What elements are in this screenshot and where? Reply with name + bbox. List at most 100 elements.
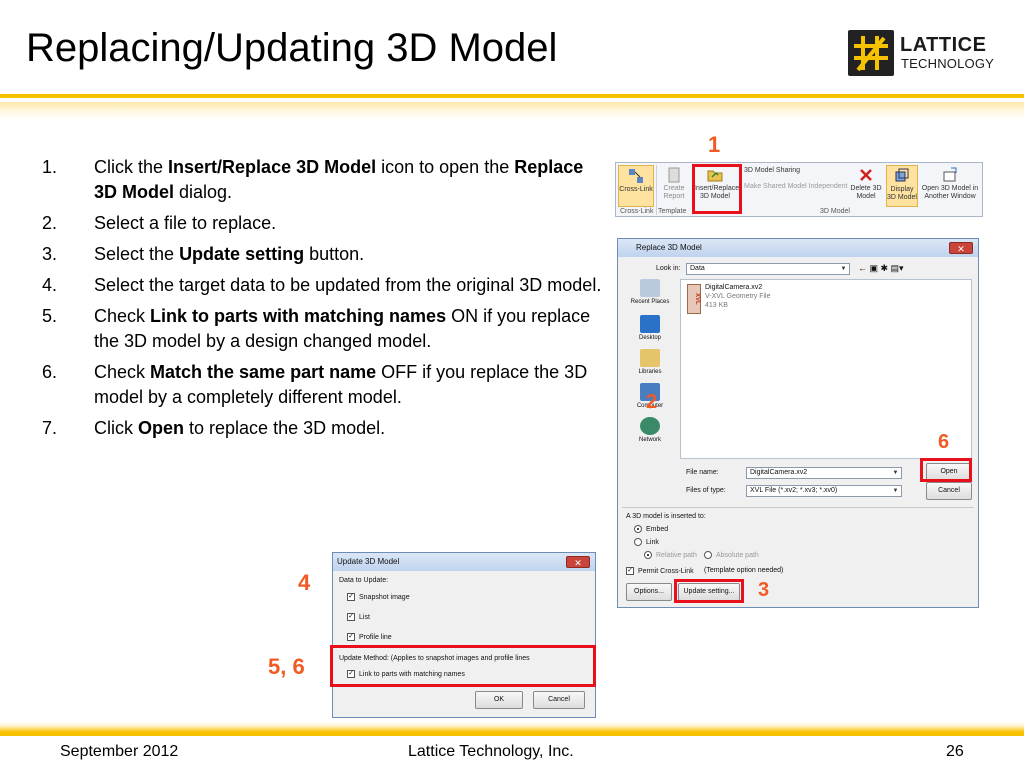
step-number: 7. <box>42 418 58 438</box>
step-number: 2. <box>42 213 58 233</box>
replace-3d-model-dialog: Replace 3D Model ✕ Look in: Data ▼ ← ▣ ✱… <box>617 238 979 608</box>
snapshot-checkbox[interactable]: ✓ Snapshot image <box>347 593 410 601</box>
ribbon-toolbar: Cross-Link Create Report Insert/Replace … <box>615 162 983 217</box>
close-icon[interactable]: ✕ <box>566 556 590 568</box>
file-type-select[interactable]: XVL File (*.xv2; *.xv3; *.xv0) ▼ <box>746 485 902 497</box>
open-in-another-window-button[interactable]: Open 3D Model in Another Window <box>918 167 982 201</box>
place-desktop[interactable]: Desktop <box>624 315 676 341</box>
open-another-label: Another Window <box>924 193 976 200</box>
template-needed-note: (Template option needed) <box>704 567 784 574</box>
data-to-update-label: Data to Update: <box>339 577 389 584</box>
logo-line2: TECHNOLOGY <box>901 56 995 71</box>
chevron-down-icon: ▼ <box>892 470 899 476</box>
file-type-label: Files of type: <box>686 487 726 494</box>
relative-path-label: Relative path <box>656 551 697 559</box>
step-1: 1. Click the Insert/Replace 3D Model ico… <box>42 155 602 205</box>
step-text: dialog. <box>174 182 233 202</box>
create-report-button[interactable]: Create Report <box>657 167 691 201</box>
step-text: to replace the 3D model. <box>184 418 386 438</box>
report-icon <box>666 167 682 183</box>
network-icon <box>640 417 660 435</box>
place-recent[interactable]: Recent Places <box>624 279 676 305</box>
relative-path-radio[interactable]: Relative path <box>644 551 697 559</box>
place-libraries[interactable]: Libraries <box>624 349 676 375</box>
callout-5-6: 5, 6 <box>268 654 305 679</box>
steps-list: 1. Click the Insert/Replace 3D Model ico… <box>42 155 602 447</box>
cross-link-icon <box>628 168 644 184</box>
permit-label: Permit Cross-Link <box>638 567 694 575</box>
look-in-label: Look in: <box>656 265 681 272</box>
list-checkbox[interactable]: ✓ List <box>347 613 370 621</box>
place-label: Libraries <box>638 369 662 375</box>
file-type-value: XVL File (*.xv2; *.xv3; *.xv0) <box>750 487 838 494</box>
step-text: Select a file to replace. <box>94 213 277 233</box>
look-in-select[interactable]: Data ▼ <box>686 263 850 275</box>
delete-label: Model <box>856 193 876 200</box>
callout-4: 4 <box>298 570 311 595</box>
step-3: 3. Select the Update setting button. <box>42 242 602 267</box>
file-name-input[interactable]: DigitalCamera.xv2 ▼ <box>746 467 902 479</box>
step-text: Click <box>94 418 138 438</box>
footer-company: Lattice Technology, Inc. <box>408 743 574 760</box>
checkbox-checked-icon: ✓ <box>347 613 355 621</box>
delete-label: Delete 3D <box>850 185 882 192</box>
group-label-cross-link: Cross-Link <box>620 208 654 215</box>
file-name-value: DigitalCamera.xv2 <box>750 469 808 476</box>
slide-title: Replacing/Updating 3D Model <box>26 26 558 70</box>
step-2: 2. Select a file to replace. <box>42 211 602 236</box>
highlight-update-method <box>330 645 596 687</box>
highlight-insert-replace <box>692 164 742 214</box>
chevron-down-icon: ▼ <box>892 488 899 494</box>
ok-button[interactable]: OK <box>475 691 523 709</box>
cross-link-label: Cross-Link <box>619 186 653 193</box>
cross-link-button[interactable]: Cross-Link <box>618 165 654 207</box>
list-label: List <box>359 613 370 621</box>
permit-cross-link-checkbox[interactable]: ✓ Permit Cross-Link <box>626 567 694 575</box>
delete-icon <box>858 167 874 183</box>
absolute-path-radio[interactable]: Absolute path <box>704 551 759 559</box>
cancel-button[interactable]: Cancel <box>533 691 585 709</box>
step-text: Click the <box>94 157 169 177</box>
lattice-logo: LATTICE TECHNOLOGY <box>848 30 998 78</box>
options-button[interactable]: Options... <box>626 583 672 601</box>
step-text: Select the target data to be updated fro… <box>94 275 602 295</box>
radio-icon <box>634 538 642 546</box>
step-text: Select the <box>94 244 180 264</box>
libraries-icon <box>640 349 660 367</box>
link-radio[interactable]: Link <box>634 538 659 546</box>
place-label: Desktop <box>638 335 661 341</box>
step-4: 4. Select the target data to be updated … <box>42 273 602 298</box>
step-bold: Open <box>138 418 185 438</box>
link-label: Link <box>646 538 659 546</box>
embed-radio[interactable]: Embed <box>634 525 668 533</box>
delete-3d-model-button[interactable]: Delete 3D Model <box>848 167 884 201</box>
step-text: icon to open the <box>376 157 515 177</box>
dialog-title: Replace 3D Model <box>618 239 978 257</box>
create-report-label: Create <box>663 185 685 192</box>
cancel-button[interactable]: Cancel <box>926 482 972 500</box>
step-number: 6. <box>42 362 58 382</box>
close-icon[interactable]: ✕ <box>949 242 973 254</box>
display-3d-model-button[interactable]: Display 3D Model <box>886 165 918 207</box>
chevron-down-icon: ▼ <box>840 266 847 272</box>
profile-checkbox[interactable]: ✓ Profile line <box>347 633 392 641</box>
place-network[interactable]: Network <box>624 417 676 443</box>
nav-toolbar-icons[interactable]: ← ▣ ✱ ▤▾ <box>858 263 904 274</box>
step-text: button. <box>304 244 365 264</box>
model-sharing-button[interactable]: 3D Model Sharing <box>744 167 854 175</box>
checkbox-checked-icon: ✓ <box>626 567 634 575</box>
embed-label: Embed <box>646 525 669 533</box>
look-in-value: Data <box>690 265 705 272</box>
place-label: Network <box>638 437 661 443</box>
radio-icon <box>644 551 652 559</box>
sharing-label: 3D Model Sharing <box>744 167 801 174</box>
file-name[interactable]: DigitalCamera.xv2 <box>705 284 762 291</box>
divider <box>622 507 974 508</box>
lattice-logo-icon <box>848 30 894 76</box>
checkbox-checked-icon: ✓ <box>347 593 355 601</box>
create-report-label: Report <box>663 193 685 200</box>
logo-line1: LATTICE <box>900 34 987 56</box>
new-window-icon <box>942 167 958 183</box>
profile-label: Profile line <box>359 633 392 641</box>
footer-date: September 2012 <box>60 743 179 760</box>
